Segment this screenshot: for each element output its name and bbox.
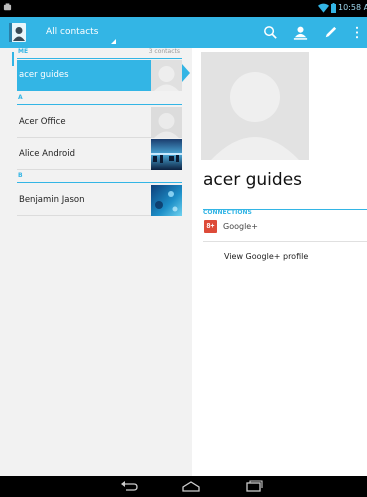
back-icon[interactable] bbox=[118, 479, 140, 494]
dropdown-indicator-icon bbox=[111, 39, 116, 44]
action-bar: All contacts bbox=[0, 17, 367, 48]
section-header-b: B bbox=[17, 172, 182, 183]
contact-name: acer guides bbox=[19, 70, 69, 80]
contact-photo-large[interactable] bbox=[201, 52, 309, 160]
contact-name: Alice Android bbox=[19, 149, 76, 159]
google-plus-label: Google+ bbox=[223, 222, 258, 231]
status-time: 10:58 A bbox=[338, 3, 367, 12]
search-icon[interactable] bbox=[262, 24, 279, 41]
connections-header: CONNECTIONS bbox=[203, 199, 367, 216]
contacts-app-icon[interactable] bbox=[8, 23, 27, 42]
default-avatar-icon bbox=[151, 107, 182, 138]
add-contact-icon[interactable] bbox=[292, 24, 309, 41]
contact-photo-underwater bbox=[151, 185, 182, 216]
contacts-filter-dropdown[interactable]: All contacts bbox=[34, 17, 116, 48]
contact-count: 3 contacts bbox=[148, 48, 180, 55]
google-plus-icon: 8+ bbox=[204, 220, 217, 233]
selection-pointer bbox=[182, 64, 190, 82]
recent-apps-icon[interactable] bbox=[243, 479, 265, 494]
contact-row-alice-android[interactable]: Alice Android bbox=[17, 139, 182, 170]
overflow-menu-icon[interactable] bbox=[352, 24, 362, 41]
section-header-a: A bbox=[17, 94, 182, 105]
default-avatar-icon bbox=[151, 60, 182, 91]
contact-detail-name: acer guides bbox=[203, 170, 303, 190]
battery-icon bbox=[331, 3, 336, 13]
contact-row-benjamin-jason[interactable]: Benjamin Jason bbox=[17, 185, 182, 216]
notification-icon bbox=[3, 3, 12, 11]
contact-photo-skyline bbox=[151, 139, 182, 170]
status-bar: 10:58 A bbox=[0, 0, 367, 17]
navigation-bar bbox=[0, 476, 367, 497]
section-header-me: ME 3 contacts bbox=[17, 48, 182, 59]
home-icon[interactable] bbox=[180, 479, 202, 494]
contacts-filter-label: All contacts bbox=[46, 27, 99, 37]
contact-name: Acer Office bbox=[19, 117, 66, 127]
contact-detail-panel: acer guides CONNECTIONS 8+ Google+ View … bbox=[192, 48, 367, 476]
contact-list[interactable]: ME 3 contacts acer guides A Acer Office … bbox=[0, 48, 192, 476]
edit-icon[interactable] bbox=[322, 24, 339, 41]
contact-name: Benjamin Jason bbox=[19, 195, 85, 205]
contact-row-acer-office[interactable]: Acer Office bbox=[17, 107, 182, 138]
wifi-icon bbox=[318, 3, 329, 13]
view-google-plus-profile-link[interactable]: View Google+ profile bbox=[224, 252, 308, 262]
google-plus-connection[interactable]: 8+ Google+ bbox=[203, 215, 367, 242]
fast-scroll-indicator[interactable] bbox=[12, 52, 14, 66]
contact-row-acer-guides[interactable]: acer guides bbox=[17, 60, 182, 91]
